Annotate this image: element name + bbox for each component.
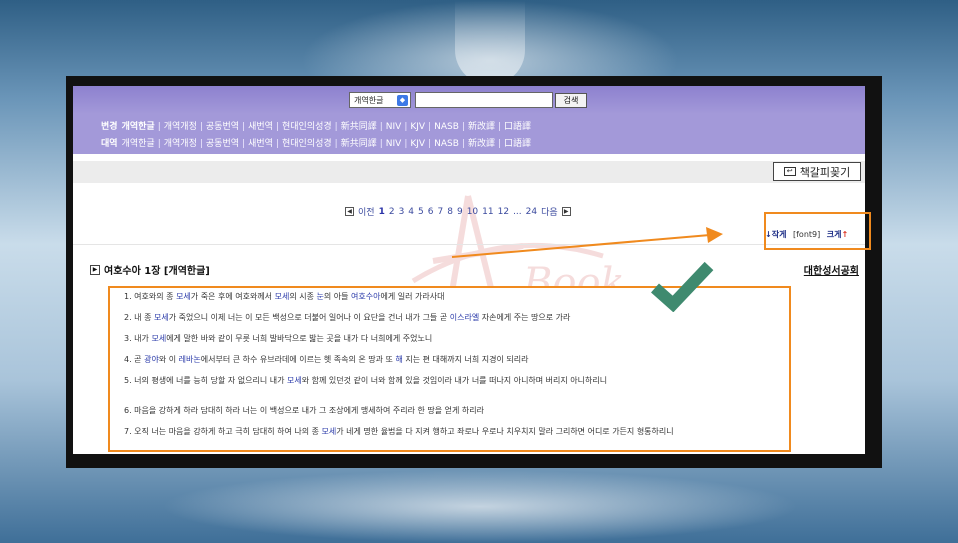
checkmark-icon <box>651 261 714 312</box>
toolbar-strip <box>73 161 865 183</box>
background-water-drop <box>455 0 525 85</box>
change-version-link[interactable]: 新改譯 <box>468 122 495 132</box>
pager-page-link[interactable]: 2 <box>389 207 395 217</box>
parallel-version-label: 대역 <box>101 139 118 149</box>
chapter-title: 여호수아 1장 [개역한글] <box>104 266 210 277</box>
version-separator: | <box>242 139 246 149</box>
change-version-link[interactable]: 口語譯 <box>504 122 531 132</box>
change-version-link[interactable]: 공동번역 <box>206 122 239 132</box>
change-version-link[interactable]: 개역한글 <box>122 122 155 132</box>
annotation-arrow-icon <box>451 227 723 258</box>
play-icon: ▶ <box>90 264 100 275</box>
background-water-ripple <box>160 470 800 543</box>
parallel-version-link[interactable]: 새번역 <box>248 139 273 149</box>
version-separator: | <box>379 139 383 149</box>
pager-page-link[interactable]: 11 <box>482 207 493 217</box>
parallel-version-link[interactable]: KJV <box>410 139 425 149</box>
parallel-version-link[interactable]: NIV <box>386 139 402 149</box>
parallel-version-row: 대역 개역한글 | 개역개정 | 공동번역 | 새번역 | 현대인의성경 | 新共同譯 | NIV | KJV… <box>101 136 531 149</box>
chapter-pager: ◀ 이전 1 2 3 4 5 6 7 8 9 10 11 12... 24 다음 ▶ <box>345 205 571 218</box>
pager-page-link[interactable]: 6 <box>428 207 434 217</box>
parallel-version-link[interactable]: 新共同譯 <box>341 139 377 149</box>
next-arrow-icon[interactable]: ▶ <box>561 207 571 216</box>
pager-page-link[interactable]: 5 <box>418 207 424 217</box>
version-separator: | <box>461 139 465 149</box>
change-version-link[interactable]: NASB <box>434 122 459 132</box>
version-separator: | <box>428 122 432 132</box>
select-arrow-icon: ◆ <box>397 94 408 106</box>
change-version-link[interactable]: 개역개정 <box>164 122 197 132</box>
search-row: 개역한글 ◆ 검색 <box>349 92 587 108</box>
parallel-version-link[interactable]: 개역한글 <box>122 139 155 149</box>
publisher-link[interactable]: 대한성서공회 <box>804 262 859 277</box>
version-separator: | <box>497 122 502 132</box>
pager-current[interactable]: 1 <box>379 207 385 217</box>
version-separator: | <box>242 122 246 132</box>
version-select-value: 개역한글 <box>354 95 384 105</box>
pager-page-link[interactable]: 4 <box>408 207 414 217</box>
version-bar: 개역한글 ◆ 검색 변경 개역한글 | 개역개정 | 공동번역 | 새번역 | 현대인의성경 | 新共… <box>73 86 865 154</box>
version-separator: | <box>497 139 502 149</box>
version-separator: | <box>404 122 408 132</box>
prev-arrow-icon[interactable]: ◀ <box>345 207 354 216</box>
version-separator: | <box>275 122 279 132</box>
parallel-version-link[interactable]: 공동번역 <box>206 139 239 149</box>
pager-page-link[interactable]: 10 <box>467 207 478 217</box>
change-version-link[interactable]: 새번역 <box>248 122 273 132</box>
version-separator: | <box>199 139 203 149</box>
version-separator: | <box>157 122 161 132</box>
font-size-highlight-box <box>764 212 871 250</box>
version-separator: | <box>334 139 338 149</box>
change-version-label: 변경 <box>101 122 118 132</box>
parallel-version-link[interactable]: 口語譯 <box>504 139 531 149</box>
pager-page-link[interactable]: 8 <box>447 207 453 217</box>
change-version-link[interactable]: KJV <box>410 122 425 132</box>
search-input[interactable] <box>415 92 553 108</box>
version-separator: | <box>157 139 161 149</box>
version-separator: | <box>428 139 432 149</box>
pager-page-link[interactable]: 3 <box>399 207 405 217</box>
pager-page-link[interactable]: 9 <box>457 207 463 217</box>
version-separator: | <box>334 122 338 132</box>
version-select[interactable]: 개역한글 ◆ <box>349 92 411 108</box>
chapter-heading: ▶ 여호수아 1장 [개역한글] <box>90 262 210 277</box>
version-separator: | <box>404 139 408 149</box>
bookmark-icon: ↩ <box>783 167 796 176</box>
pager-page-link: ... <box>513 206 522 217</box>
version-separator: | <box>199 122 203 132</box>
pager-next[interactable]: 다음 <box>541 205 558 218</box>
parallel-version-link[interactable]: 현대인의성경 <box>282 139 332 149</box>
search-button[interactable]: 검색 <box>555 92 587 108</box>
version-separator: | <box>461 122 465 132</box>
parallel-version-link[interactable]: 新改譯 <box>468 139 495 149</box>
pager-page-link[interactable]: 24 <box>526 207 537 217</box>
version-separator: | <box>275 139 279 149</box>
parallel-version-link[interactable]: NASB <box>434 139 459 149</box>
pager-prev[interactable]: 이전 <box>358 205 375 218</box>
bookmark-button[interactable]: ↩ 책갈피꽂기 <box>773 162 861 181</box>
pager-page-link[interactable]: 12 <box>498 207 509 217</box>
change-version-row: 변경 개역한글 | 개역개정 | 공동번역 | 새번역 | 현대인의성경 | 新共同譯 | NIV | KJV… <box>101 119 531 132</box>
change-version-link[interactable]: 新共同譯 <box>341 122 377 132</box>
change-version-link[interactable]: NIV <box>386 122 402 132</box>
change-version-link[interactable]: 현대인의성경 <box>282 122 332 132</box>
version-separator: | <box>379 122 383 132</box>
bookmark-label: 책갈피꽂기 <box>799 165 851 179</box>
pager-page-link[interactable]: 7 <box>438 207 444 217</box>
parallel-version-link[interactable]: 개역개정 <box>164 139 197 149</box>
